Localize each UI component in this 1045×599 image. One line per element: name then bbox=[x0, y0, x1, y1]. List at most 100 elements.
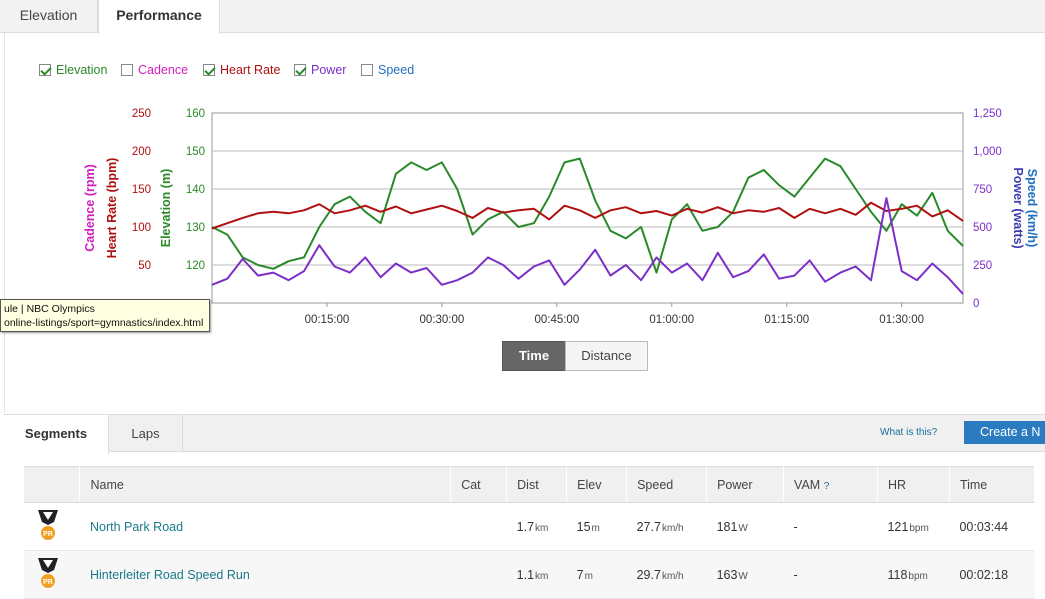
col-power[interactable]: Power bbox=[706, 466, 785, 503]
cat-cell bbox=[450, 502, 507, 551]
chart-tabs: Elevation Performance bbox=[0, 0, 1045, 34]
cadence-axis-title: Cadence (rpm) bbox=[83, 164, 97, 252]
elevation-tick-label: 120 bbox=[186, 260, 205, 272]
dist-cell: 1.7km bbox=[506, 502, 567, 551]
heart-rate-checkbox[interactable] bbox=[203, 64, 215, 76]
power-tick-label: 750 bbox=[973, 184, 992, 196]
hr-cell: 118bpm bbox=[877, 550, 950, 599]
power-cell: 181W bbox=[706, 502, 784, 551]
power-value: 181 bbox=[716, 519, 738, 534]
hr-value: 121 bbox=[887, 519, 909, 534]
legend-elevation[interactable]: Elevation bbox=[39, 63, 107, 77]
elevation-tick-label: 160 bbox=[186, 108, 205, 120]
power-cell: 163W bbox=[706, 550, 784, 599]
hr-unit: bpm bbox=[908, 570, 928, 582]
hr-tick-label: 250 bbox=[132, 108, 151, 120]
col-speed[interactable]: Speed bbox=[626, 466, 708, 503]
table-header-row: Name Cat Dist Elev Speed Power VAM ? HR … bbox=[24, 466, 1036, 503]
create-segment-button[interactable]: Create a N bbox=[964, 421, 1045, 444]
segment-name-cell: North Park Road bbox=[79, 502, 451, 551]
what-is-this-link[interactable]: What is this? bbox=[880, 427, 937, 438]
segment-name-cell: Hinterleiter Road Speed Run bbox=[79, 550, 451, 599]
x-tick-label: 01:30:00 bbox=[879, 314, 924, 326]
legend-elevation-label: Elevation bbox=[56, 63, 108, 77]
legend-speed-label: Speed bbox=[378, 63, 415, 77]
elevation-tick-label: 140 bbox=[186, 184, 205, 196]
legend-heart-rate-label: Heart Rate bbox=[220, 63, 281, 77]
speed-unit: km/h bbox=[661, 570, 684, 582]
power-tick-label: 250 bbox=[973, 260, 992, 272]
tooltip-line1: ule | NBC Olympics bbox=[4, 303, 95, 315]
x-tick-label: 00:45:00 bbox=[534, 314, 579, 326]
legend-cadence[interactable]: Cadence bbox=[121, 63, 188, 77]
tab-laps[interactable]: Laps bbox=[109, 415, 183, 453]
browser-tooltip: ule | NBC Olympics online-listings/sport… bbox=[0, 299, 210, 332]
segments-table: Name Cat Dist Elev Speed Power VAM ? HR … bbox=[24, 466, 1036, 599]
right-axes: 1,250 1,000 750 500 250 0 bbox=[973, 108, 1002, 310]
col-vam[interactable]: VAM ? bbox=[783, 466, 878, 503]
elev-cell: 15m bbox=[566, 502, 627, 551]
col-name[interactable]: Name bbox=[79, 466, 452, 503]
legend-power-label: Power bbox=[311, 63, 347, 77]
col-elev[interactable]: Elev bbox=[566, 466, 628, 503]
segments-bar: Segments Laps What is this? Create a N bbox=[4, 414, 1045, 454]
tab-performance[interactable]: Performance bbox=[98, 0, 220, 34]
speed-axis-title: Speed (km/h) bbox=[1025, 169, 1039, 248]
legend-power[interactable]: Power bbox=[294, 63, 346, 77]
power-checkbox[interactable] bbox=[294, 64, 306, 76]
power-tick-label: 1,250 bbox=[973, 108, 1002, 120]
col-hr[interactable]: HR bbox=[877, 466, 950, 503]
badge-cell: PR bbox=[24, 550, 80, 599]
speed-cell: 27.7km/h bbox=[626, 502, 707, 551]
speed-unit: km/h bbox=[661, 522, 684, 534]
cadence-checkbox[interactable] bbox=[121, 64, 133, 76]
heart-rate-axis-title: Heart Rate (bpm) bbox=[105, 158, 119, 259]
hr-cell: 121bpm bbox=[877, 502, 950, 551]
speed-checkbox[interactable] bbox=[361, 64, 373, 76]
vam-cell: - bbox=[783, 502, 878, 551]
hr-tick-label: 100 bbox=[132, 222, 151, 234]
elev-value: 15 bbox=[576, 519, 591, 534]
power-tick-label: 500 bbox=[973, 222, 992, 234]
elevation-axis-title: Elevation (m) bbox=[159, 169, 173, 248]
pr-medal-icon: PR bbox=[34, 556, 62, 590]
dist-unit: km bbox=[535, 522, 549, 534]
col-dist[interactable]: Dist bbox=[506, 466, 568, 503]
dist-value: 1.7 bbox=[516, 519, 535, 534]
badge-cell: PR bbox=[24, 502, 80, 551]
hr-unit: bpm bbox=[909, 522, 929, 534]
distance-toggle-button[interactable]: Distance bbox=[565, 341, 648, 371]
hr-tick-label: 50 bbox=[138, 260, 151, 272]
legend-heart-rate[interactable]: Heart Rate bbox=[203, 63, 280, 77]
vam-help-icon[interactable]: ? bbox=[824, 481, 830, 492]
table-row[interactable]: PR Hinterleiter Road Speed Run 1.1km 7m … bbox=[24, 550, 1035, 599]
legend-cadence-label: Cadence bbox=[138, 63, 189, 77]
hr-tick-label: 200 bbox=[132, 146, 151, 158]
table-row[interactable]: PR North Park Road 1.7km 15m 27.7km/h 18… bbox=[24, 502, 1035, 551]
legend-speed[interactable]: Speed bbox=[361, 63, 414, 77]
pr-medal-icon: PR bbox=[34, 508, 62, 542]
time-cell: 00:03:44 bbox=[949, 502, 1035, 551]
segment-link[interactable]: North Park Road bbox=[90, 520, 183, 534]
badge-text: PR bbox=[43, 579, 53, 586]
vam-label: VAM bbox=[794, 477, 821, 492]
elevation-checkbox[interactable] bbox=[39, 64, 51, 76]
time-toggle-button[interactable]: Time bbox=[502, 341, 566, 371]
speed-value: 29.7 bbox=[636, 567, 661, 582]
segment-link[interactable]: Hinterleiter Road Speed Run bbox=[90, 568, 250, 582]
hr-tick-label: 150 bbox=[132, 184, 151, 196]
tab-segments[interactable]: Segments bbox=[4, 415, 109, 454]
badge-text: PR bbox=[43, 531, 53, 538]
col-time[interactable]: Time bbox=[949, 466, 1036, 503]
time-cell: 00:02:18 bbox=[949, 550, 1035, 599]
elev-cell: 7m bbox=[566, 550, 627, 599]
col-cat[interactable]: Cat bbox=[450, 466, 508, 503]
tab-elevation[interactable]: Elevation bbox=[0, 0, 98, 33]
elevation-tick-label: 130 bbox=[186, 222, 205, 234]
power-axis-title: Power (watts) bbox=[1011, 167, 1025, 248]
vam-cell: - bbox=[783, 550, 878, 599]
speed-cell: 29.7km/h bbox=[626, 550, 707, 599]
power-unit: W bbox=[738, 522, 748, 534]
power-tick-label: 0 bbox=[973, 298, 979, 310]
speed-value: 27.7 bbox=[636, 519, 661, 534]
